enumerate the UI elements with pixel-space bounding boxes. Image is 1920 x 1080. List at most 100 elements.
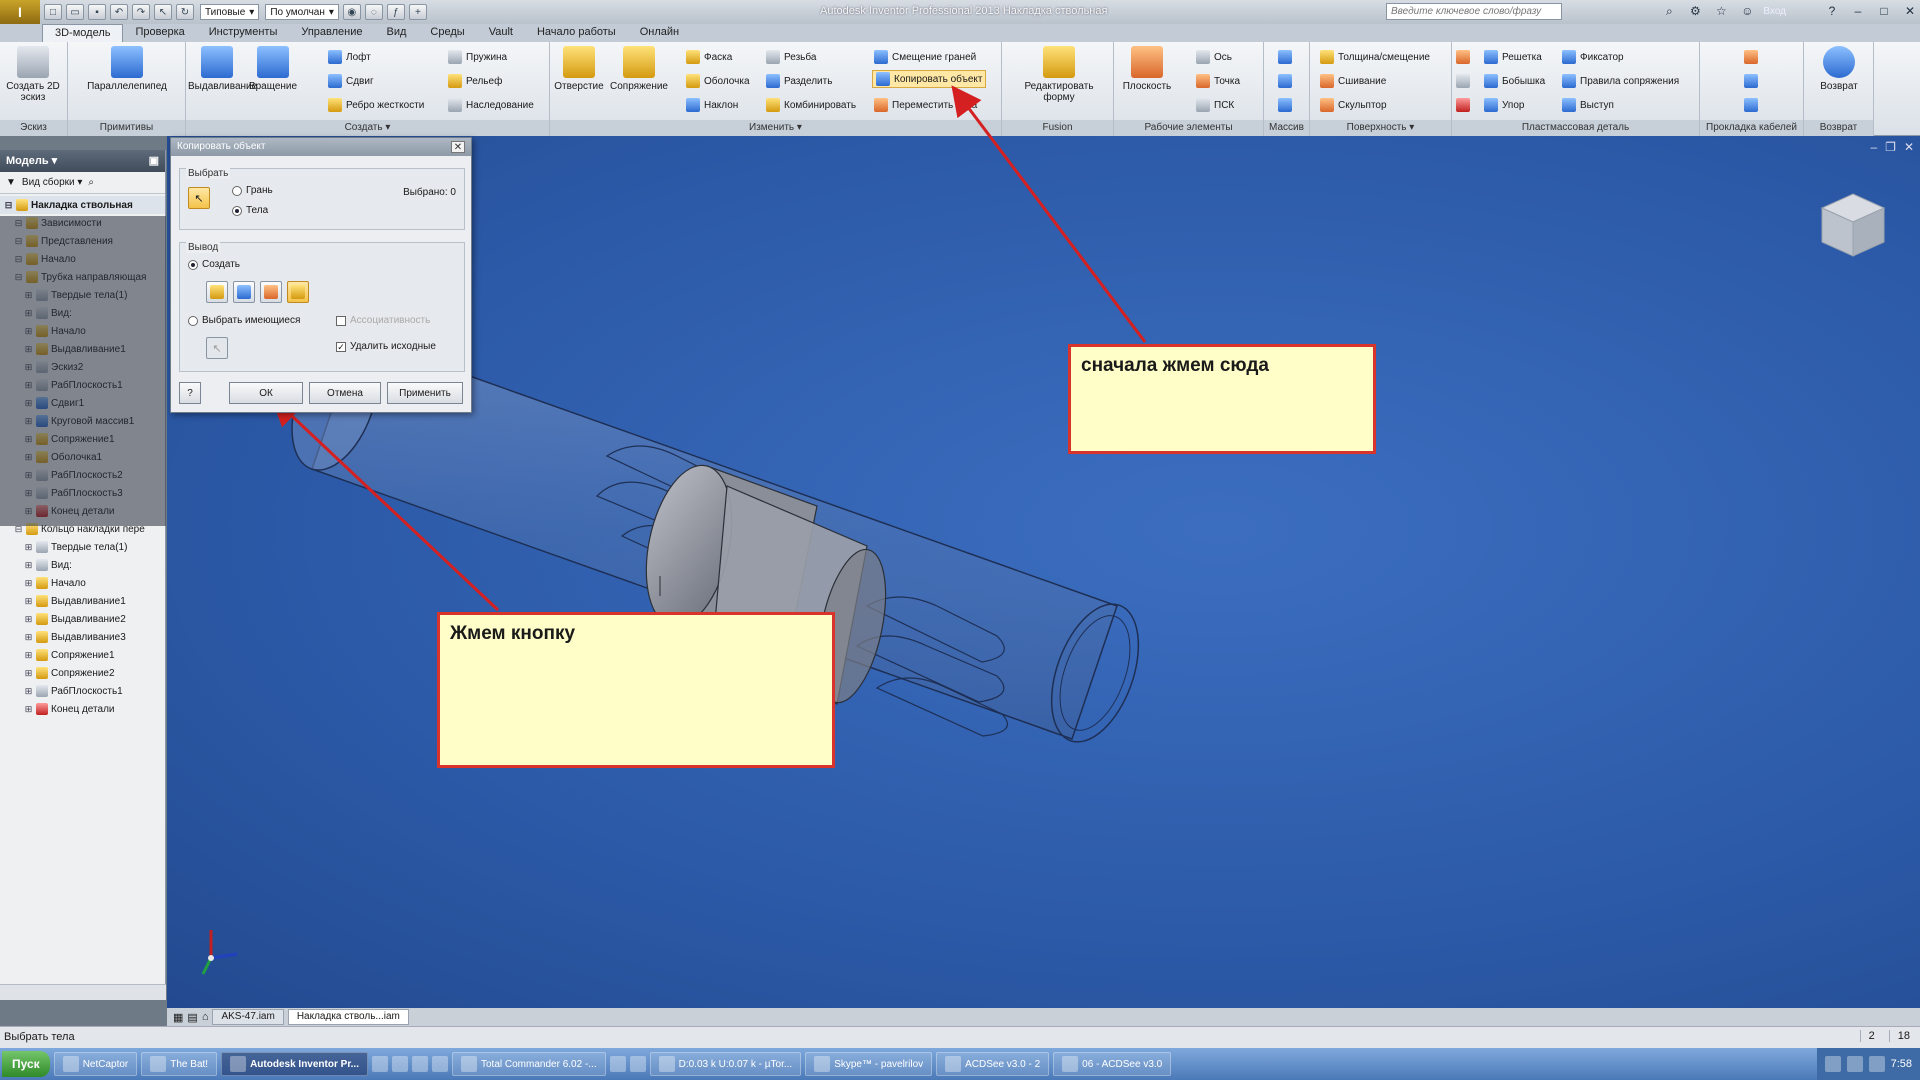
tree-node[interactable]: ⊞ Начало <box>0 574 165 592</box>
open-icon[interactable]: ▭ <box>66 4 84 20</box>
tree-node[interactable]: ⊞ Сопряжение2 <box>0 664 165 682</box>
tree-node[interactable]: ⊞ Твердые тела(1) <box>0 286 165 304</box>
browser-horizontal-scrollbar[interactable] <box>0 984 166 1000</box>
dialog-close-icon[interactable]: ✕ <box>451 141 465 153</box>
tab-3d-model[interactable]: 3D-модель <box>42 24 124 42</box>
update-icon[interactable]: ↻ <box>176 4 194 20</box>
tree-node[interactable]: ⊞ Выдавливание1 <box>0 340 165 358</box>
tree-node[interactable]: ⊞ Вид: <box>0 304 165 322</box>
expand-toggle-icon[interactable]: ⊟ <box>14 254 23 265</box>
tab-vault[interactable]: Vault <box>477 24 525 42</box>
edit-form-button[interactable]: Редактировать форму <box>1016 46 1102 103</box>
tree-node[interactable]: ⊞ Сдвиг1 <box>0 394 165 412</box>
snap-fit-button[interactable]: Фиксатор <box>1562 48 1624 66</box>
taskbar-netcaptor[interactable]: NetCaptor <box>53 1052 138 1076</box>
tree-node[interactable]: ⊞ Оболочка1 <box>0 448 165 466</box>
expand-toggle-icon[interactable]: ⊞ <box>24 434 33 445</box>
tree-node[interactable]: ⊞ Вид: <box>0 556 165 574</box>
panel-modify-title[interactable]: Изменить ▾ <box>550 120 1001 136</box>
cable-tool-3-button[interactable] <box>1744 96 1758 114</box>
tree-node[interactable]: ⊞ Сопряжение1 <box>0 430 165 448</box>
expand-toggle-icon[interactable]: ⊞ <box>24 686 33 697</box>
view-cube[interactable] <box>1816 188 1890 262</box>
output-composite-button[interactable] <box>260 281 282 303</box>
tab-manage[interactable]: Управление <box>289 24 374 42</box>
sculpt-button[interactable]: Скульптор <box>1320 96 1387 114</box>
tree-node[interactable]: ⊟ Кольцо накладки пере <box>0 520 165 538</box>
patch-button[interactable] <box>1456 48 1470 66</box>
shell-button[interactable]: Оболочка <box>686 72 750 90</box>
doc-tab-aks[interactable]: AKS-47.iam <box>212 1009 284 1025</box>
combine-button[interactable]: Комбинировать <box>766 96 856 114</box>
expand-toggle-icon[interactable]: ⊞ <box>24 614 33 625</box>
checkbox-associative[interactable]: Ассоциативность <box>336 315 430 326</box>
tree-node[interactable]: ⊟ Трубка направляющая <box>0 268 165 286</box>
cable-tool-1-button[interactable] <box>1744 48 1758 66</box>
home-icon[interactable]: ⌂ <box>202 1011 209 1023</box>
tree-node[interactable]: ⊞ Начало <box>0 322 165 340</box>
appearance-icon[interactable]: ◉ <box>342 4 361 20</box>
quick-launch-icon[interactable] <box>372 1056 388 1072</box>
copy-object-button[interactable]: Копировать объект <box>872 70 987 88</box>
select-existing-button[interactable]: ↖ <box>206 337 228 359</box>
tab-inspect[interactable]: Проверка <box>123 24 196 42</box>
help-icon[interactable]: ? <box>1822 2 1842 20</box>
tree-node[interactable]: ⊞ РабПлоскость3 <box>0 484 165 502</box>
output-construction-button[interactable] <box>287 281 309 303</box>
binoculars-icon[interactable]: ⌕ <box>1659 2 1679 20</box>
draft-button[interactable]: Наклон <box>686 96 738 114</box>
emboss-button[interactable]: Рельеф <box>448 72 502 90</box>
rectangular-pattern-button[interactable] <box>1278 48 1292 66</box>
rib-button[interactable]: Ребро жесткости <box>328 96 424 114</box>
expand-toggle-icon[interactable]: ⊟ <box>14 236 23 247</box>
taskbar-skype[interactable]: Skype™ - pavelrilov <box>805 1052 933 1076</box>
expand-toggle-icon[interactable]: ⊞ <box>24 596 33 607</box>
app-icon[interactable] <box>629 1056 646 1072</box>
create-2d-sketch-button[interactable]: Создать 2D эскиз <box>4 46 62 103</box>
fx-icon[interactable]: ƒ <box>386 4 405 20</box>
thread-button[interactable]: Резьба <box>766 48 816 66</box>
expand-toggle-icon[interactable]: ⊞ <box>24 380 33 391</box>
expand-toggle-icon[interactable]: ⊞ <box>24 632 33 643</box>
chrome-icon[interactable] <box>609 1056 626 1072</box>
radio-select-existing[interactable]: Выбрать имеющиеся <box>188 315 300 326</box>
expand-toggle-icon[interactable]: ⊞ <box>24 308 33 319</box>
tree-node[interactable]: ⊟ Начало <box>0 250 165 268</box>
tree-node[interactable]: ⊞ Круговой массив1 <box>0 412 165 430</box>
checkbox-delete-originals[interactable]: ✓ Удалить исходные <box>336 341 436 352</box>
coil-button[interactable]: Пружина <box>448 48 507 66</box>
panel-create-title[interactable]: Создать ▾ <box>186 120 549 136</box>
binoculars-icon[interactable]: ⌕ <box>88 177 94 188</box>
expand-toggle-icon[interactable]: ⊟ <box>4 200 13 211</box>
apply-button[interactable]: Применить <box>387 382 463 404</box>
language-icon[interactable] <box>1824 1056 1841 1072</box>
tab-environments[interactable]: Среды <box>418 24 476 42</box>
point-button[interactable]: Точка <box>1196 72 1240 90</box>
axis-button[interactable]: Ось <box>1196 48 1232 66</box>
tree-node[interactable]: ⊞ Твердые тела(1) <box>0 538 165 556</box>
expand-toggle-icon[interactable]: ⊟ <box>14 218 23 229</box>
tree-node[interactable]: ⊟ Зависимости <box>0 214 165 232</box>
expand-toggle-icon[interactable]: ⊞ <box>24 290 33 301</box>
expand-toggle-icon[interactable]: ⊟ <box>14 524 23 535</box>
taskbar-acdsee-1[interactable]: ACDSee v3.0 - 2 <box>936 1052 1050 1076</box>
output-solid-button[interactable] <box>206 281 228 303</box>
lip-button[interactable]: Выступ <box>1562 96 1614 114</box>
mirror-button[interactable] <box>1278 96 1292 114</box>
expand-toggle-icon[interactable]: ⊞ <box>24 542 33 553</box>
tab-view[interactable]: Вид <box>375 24 419 42</box>
trim-button[interactable] <box>1456 72 1470 90</box>
cable-tool-2-button[interactable] <box>1744 72 1758 90</box>
derive-button[interactable]: Наследование <box>448 96 534 114</box>
rest-button[interactable]: Упор <box>1484 96 1524 114</box>
tree-node[interactable]: ⊞ Эскиз2 <box>0 358 165 376</box>
expand-toggle-icon[interactable]: ⊞ <box>24 668 33 679</box>
expand-toggle-icon[interactable]: ⊞ <box>24 416 33 427</box>
radio-create[interactable]: Создать <box>188 259 240 270</box>
pen-icon[interactable] <box>432 1056 448 1072</box>
select-icon[interactable]: ↖ <box>154 4 172 20</box>
expand-toggle-icon[interactable]: ⊞ <box>24 560 33 571</box>
measure-icon[interactable]: + <box>408 4 427 20</box>
expand-toggle-icon[interactable]: ⊞ <box>24 704 33 715</box>
word-icon[interactable] <box>412 1056 428 1072</box>
